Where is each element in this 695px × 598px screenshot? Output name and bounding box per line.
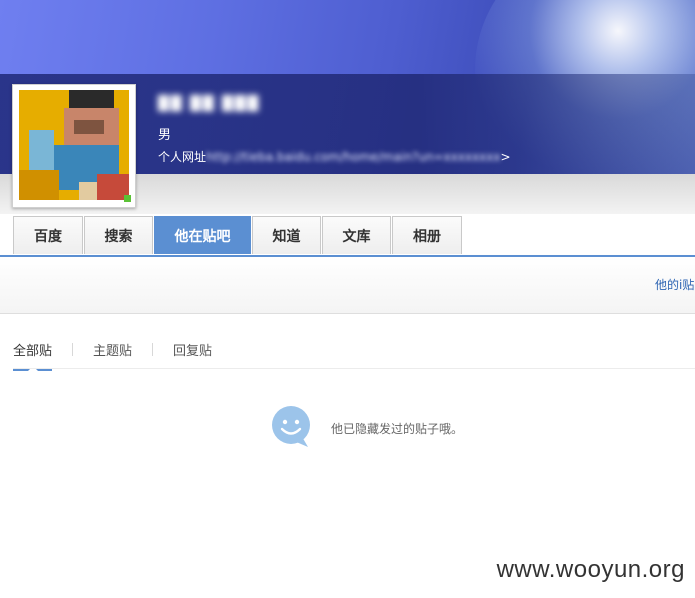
divider [152,343,154,356]
divider [72,343,74,356]
main-nav-tabs: 百度 搜索 他在贴吧 知道 文库 相册 [13,216,463,256]
sub-toolbar: 他的i贴 [0,257,695,314]
filter-topic-posts[interactable]: 主题贴 [93,340,132,369]
smiley-chat-icon [272,406,310,447]
website-label: 个人网址 [158,150,207,164]
website-arrow: > [500,150,511,164]
his-itieba-link[interactable]: 他的i贴 [655,276,695,293]
filter-reply-posts[interactable]: 回复贴 [173,340,212,369]
tab-tieba[interactable]: 他在贴吧 [154,216,251,254]
online-status-indicator [124,195,131,202]
post-filter-tabs: 全部贴 主题贴 回复贴 [13,340,212,371]
filter-baseline [13,368,695,369]
tab-zhidao[interactable]: 知道 [252,216,321,254]
gender-label: 男 [158,128,172,143]
personal-website[interactable]: 个人网址http://tieba.baidu.com/home/main?un=… [158,148,511,165]
watermark: www.wooyun.org [496,556,685,583]
tab-baidu[interactable]: 百度 [13,216,83,254]
avatar[interactable] [12,84,136,208]
tab-album[interactable]: 相册 [392,216,462,254]
username[interactable]: ██ ██ ███ [158,96,260,114]
website-url[interactable]: http://tieba.baidu.com/home/main?un=xxxx… [206,150,500,164]
tab-wenku[interactable]: 文库 [322,216,391,254]
avatar-image [19,90,129,200]
filter-all-posts[interactable]: 全部贴 [13,340,53,371]
empty-state-message: 他已隐藏发过的贴子哦。 [331,422,464,436]
filter-all-posts-label: 全部贴 [13,344,53,359]
tab-search[interactable]: 搜索 [84,216,153,254]
